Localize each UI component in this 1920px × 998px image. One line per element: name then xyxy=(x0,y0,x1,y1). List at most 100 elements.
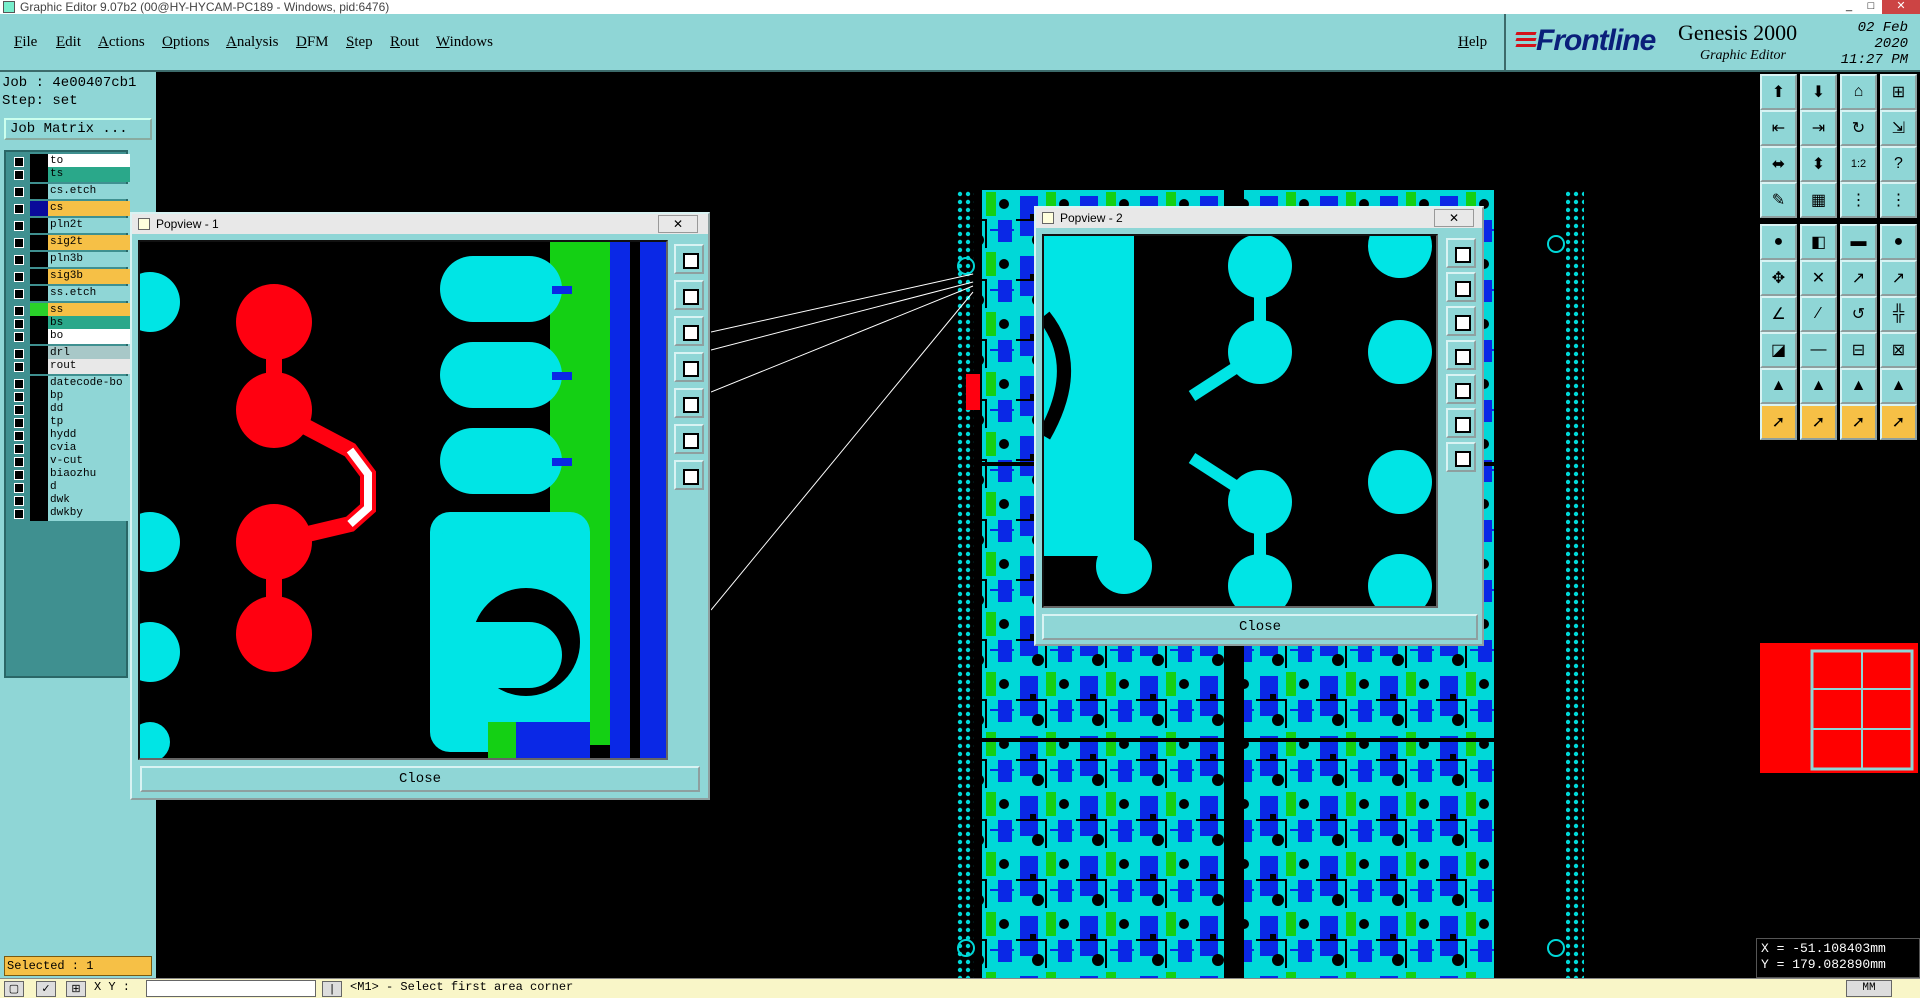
popview-2-tool-5-icon[interactable] xyxy=(1446,374,1476,404)
tool-minus-icon[interactable]: — xyxy=(1800,332,1837,368)
units-selector[interactable]: MM xyxy=(1846,980,1892,997)
status-divider-icon[interactable]: | xyxy=(322,981,342,997)
layer-row-cs[interactable]: cs xyxy=(8,201,130,216)
layer-checkbox[interactable] xyxy=(14,349,24,359)
popview-1-tool-5-icon[interactable] xyxy=(674,388,704,418)
layer-row-sig3b[interactable]: sig3b xyxy=(8,269,130,284)
layer-color-swatch[interactable] xyxy=(30,286,48,301)
tool-pointer-3-icon[interactable]: ➚ xyxy=(1880,404,1917,440)
tool-pointer-2-icon[interactable]: ➚ xyxy=(1840,404,1877,440)
layer-checkbox[interactable] xyxy=(14,418,24,428)
popview-2-tool-7-icon[interactable] xyxy=(1446,442,1476,472)
tool-layers-alt-icon[interactable]: ⋮ xyxy=(1880,182,1917,218)
job-matrix-button[interactable]: Job Matrix ... xyxy=(4,118,152,140)
status-tool-1-icon[interactable]: ▢ xyxy=(4,981,24,997)
tool-select-icon[interactable]: ◧ xyxy=(1800,224,1837,260)
tool-pan-h-icon[interactable]: ⬌ xyxy=(1760,146,1797,182)
popview-1-tool-2-icon[interactable] xyxy=(674,280,704,310)
layer-checkbox[interactable] xyxy=(14,238,24,248)
tool-box-icon[interactable]: ⊟ xyxy=(1840,332,1877,368)
tool-pointer-alt-icon[interactable]: ➚ xyxy=(1800,404,1837,440)
popview-2-close-button[interactable]: Close xyxy=(1042,614,1478,640)
layer-checkbox[interactable] xyxy=(14,204,24,214)
menu-dfm[interactable]: DFM xyxy=(296,34,329,51)
tool-home-icon[interactable]: ⌂ xyxy=(1840,74,1877,110)
layer-checkbox[interactable] xyxy=(14,332,24,342)
layer-color-swatch[interactable] xyxy=(30,235,48,250)
tool-box-alt-icon[interactable]: ⊠ xyxy=(1880,332,1917,368)
popview-2-close-x[interactable]: ✕ xyxy=(1434,209,1474,227)
layer-checkbox[interactable] xyxy=(14,362,24,372)
layer-row-ts[interactable]: ts xyxy=(8,167,130,182)
popview-1-tool-6-icon[interactable] xyxy=(674,424,704,454)
tool-undo-icon[interactable]: ↺ xyxy=(1840,296,1877,332)
tool-table-icon[interactable]: ▦ xyxy=(1800,182,1837,218)
layer-row-pln3b[interactable]: pln3b xyxy=(8,252,130,267)
tool-grid-icon[interactable]: ⊞ xyxy=(1880,74,1917,110)
popview-1-tool-1-icon[interactable] xyxy=(674,244,704,274)
layer-row-cs.etch[interactable]: cs.etch xyxy=(8,184,130,199)
popview-2-view[interactable] xyxy=(1042,234,1438,608)
layer-checkbox[interactable] xyxy=(14,306,24,316)
layer-color-swatch[interactable] xyxy=(30,184,48,199)
layer-checkbox[interactable] xyxy=(14,392,24,402)
panel-minimap[interactable] xyxy=(1760,643,1918,773)
tool-pad-alt-icon[interactable]: ◪ xyxy=(1760,332,1797,368)
popview-2-titlebar[interactable]: Popview - 2 xyxy=(1036,208,1482,228)
tool-arrow-alt-icon[interactable]: ↗ xyxy=(1880,260,1917,296)
popview-2-tool-4-icon[interactable] xyxy=(1446,340,1476,370)
tool-angle-icon[interactable]: ∠ xyxy=(1760,296,1797,332)
layer-row-sig2t[interactable]: sig2t xyxy=(8,235,130,250)
popview-1-close-x[interactable]: ✕ xyxy=(658,215,698,233)
tool-move-down-icon[interactable]: ⬇ xyxy=(1800,74,1837,110)
layer-color-swatch[interactable] xyxy=(30,252,48,267)
layer-color-swatch[interactable] xyxy=(30,201,48,216)
status-check-icon[interactable]: ✓ xyxy=(36,981,56,997)
maximize-button[interactable]: □ xyxy=(1860,0,1882,14)
layer-checkbox[interactable] xyxy=(14,457,24,467)
menu-actions[interactable]: Actions xyxy=(98,34,145,51)
tool-zoom-ratio-icon[interactable]: 1:2 xyxy=(1840,146,1877,182)
tool-line-icon[interactable]: ▬ xyxy=(1840,224,1877,260)
layer-checkbox[interactable] xyxy=(14,444,24,454)
tool-rotate-icon[interactable]: ↻ xyxy=(1840,110,1877,146)
tool-connect-icon[interactable]: ✥ xyxy=(1760,260,1797,296)
popview-1-titlebar[interactable]: Popview - 1 xyxy=(132,214,708,234)
layer-checkbox[interactable] xyxy=(14,255,24,265)
tool-triangle-3-icon[interactable]: ▲ xyxy=(1880,368,1917,404)
layer-row-pln2t[interactable]: pln2t xyxy=(8,218,130,233)
layer-checkbox[interactable] xyxy=(14,157,24,167)
tool-triangle-2-icon[interactable]: ▲ xyxy=(1840,368,1877,404)
tool-delete-icon[interactable]: ✕ xyxy=(1800,260,1837,296)
tool-pan-v-icon[interactable]: ⬍ xyxy=(1800,146,1837,182)
popview-2-tool-6-icon[interactable] xyxy=(1446,408,1476,438)
layer-color-swatch[interactable] xyxy=(30,218,48,233)
popview-2-tool-1-icon[interactable] xyxy=(1446,238,1476,268)
layer-row-bo[interactable]: bo xyxy=(8,329,130,344)
tool-cross-icon[interactable]: ╬ xyxy=(1880,296,1917,332)
popview-1-tool-7-icon[interactable] xyxy=(674,460,704,490)
layer-checkbox[interactable] xyxy=(14,405,24,415)
tool-left-icon[interactable]: ⇤ xyxy=(1760,110,1797,146)
layer-row-ss.etch[interactable]: ss.etch xyxy=(8,286,130,301)
layer-checkbox[interactable] xyxy=(14,170,24,180)
popview-2-tool-3-icon[interactable] xyxy=(1446,306,1476,336)
popview-2-tool-2-icon[interactable] xyxy=(1446,272,1476,302)
xy-input[interactable] xyxy=(146,980,316,997)
minimize-button[interactable]: _ xyxy=(1838,0,1860,14)
popview-1-close-button[interactable]: Close xyxy=(140,766,700,792)
layer-color-swatch[interactable] xyxy=(30,167,48,182)
layer-row-rout[interactable]: rout xyxy=(8,359,130,374)
layer-checkbox[interactable] xyxy=(14,509,24,519)
menu-step[interactable]: Step xyxy=(346,34,373,51)
menu-analysis[interactable]: Analysis xyxy=(226,34,279,51)
layer-checkbox[interactable] xyxy=(14,470,24,480)
tool-triangle-alt-icon[interactable]: ▲ xyxy=(1800,368,1837,404)
status-grid-icon[interactable]: ⊞ xyxy=(66,981,86,997)
tool-slash-icon[interactable]: ∕ xyxy=(1800,296,1837,332)
tool-layers-icon[interactable]: ⋮ xyxy=(1840,182,1877,218)
layer-checkbox[interactable] xyxy=(14,496,24,506)
layer-color-swatch[interactable] xyxy=(30,269,48,284)
tool-fit-icon[interactable]: ⇲ xyxy=(1880,110,1917,146)
tool-triangle-icon[interactable]: ▲ xyxy=(1760,368,1797,404)
